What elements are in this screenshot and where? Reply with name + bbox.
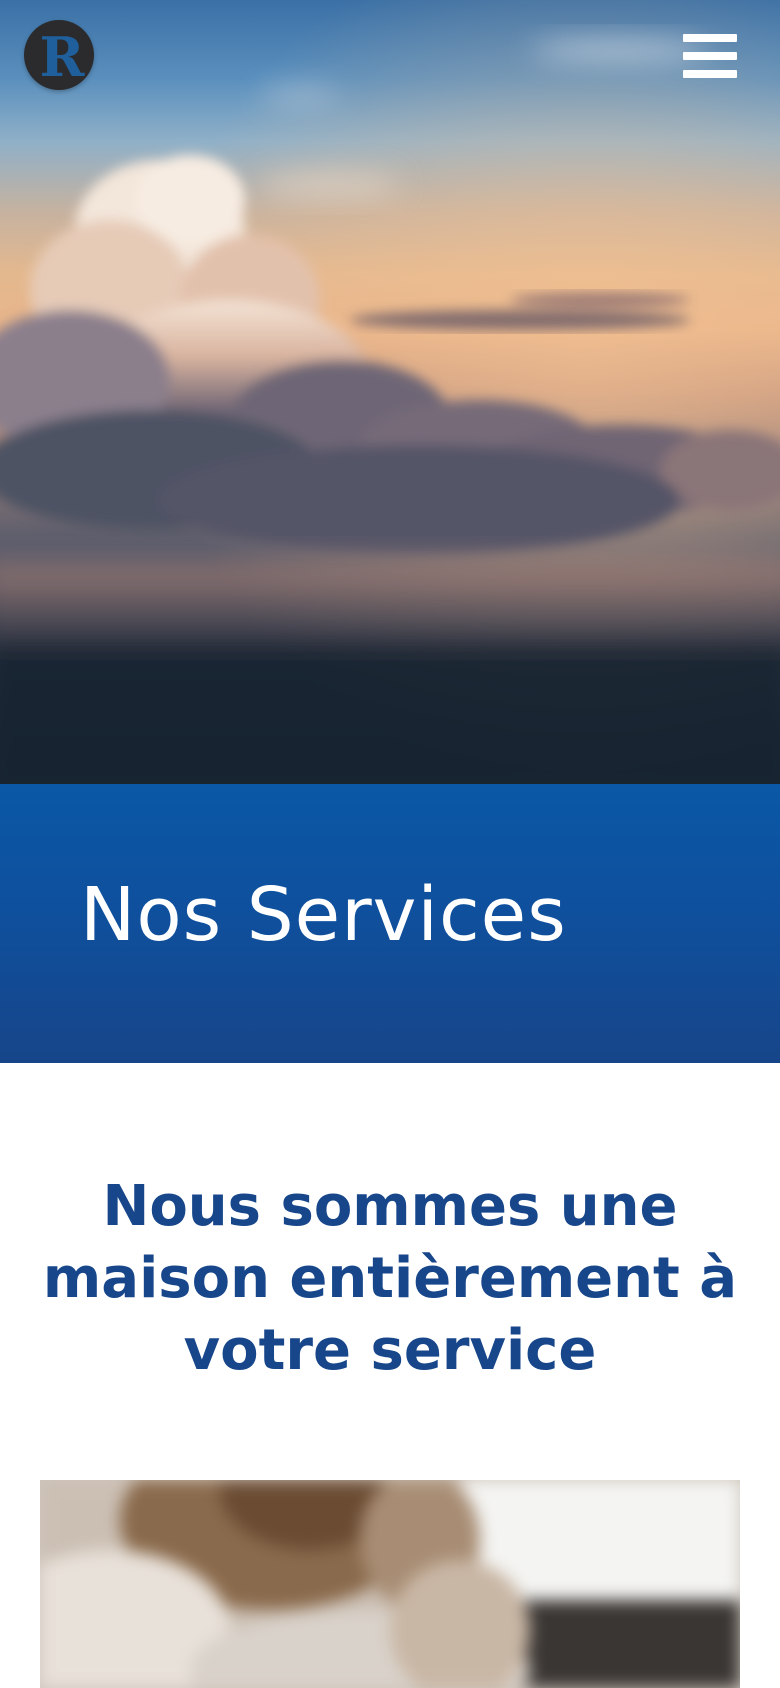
hamburger-menu-icon[interactable] [683, 34, 737, 82]
site-logo[interactable]: R [24, 20, 94, 90]
menu-bar-top [683, 34, 737, 42]
hero-banner: R [0, 0, 780, 784]
intro-section: Nous sommes une maison entièrement à vot… [0, 1063, 780, 1479]
page-title: Nos Services [80, 872, 567, 958]
menu-bar-bottom [683, 70, 737, 78]
menu-bar-middle [683, 52, 737, 60]
blurred-person-image [40, 1480, 740, 1688]
service-photo [40, 1480, 740, 1688]
cloud-sky-image [0, 0, 780, 784]
intro-heading: Nous sommes une maison entièrement à vot… [42, 1174, 738, 1383]
page-title-banner: Nos Services [0, 784, 780, 1063]
logo-letter: R [39, 25, 85, 89]
